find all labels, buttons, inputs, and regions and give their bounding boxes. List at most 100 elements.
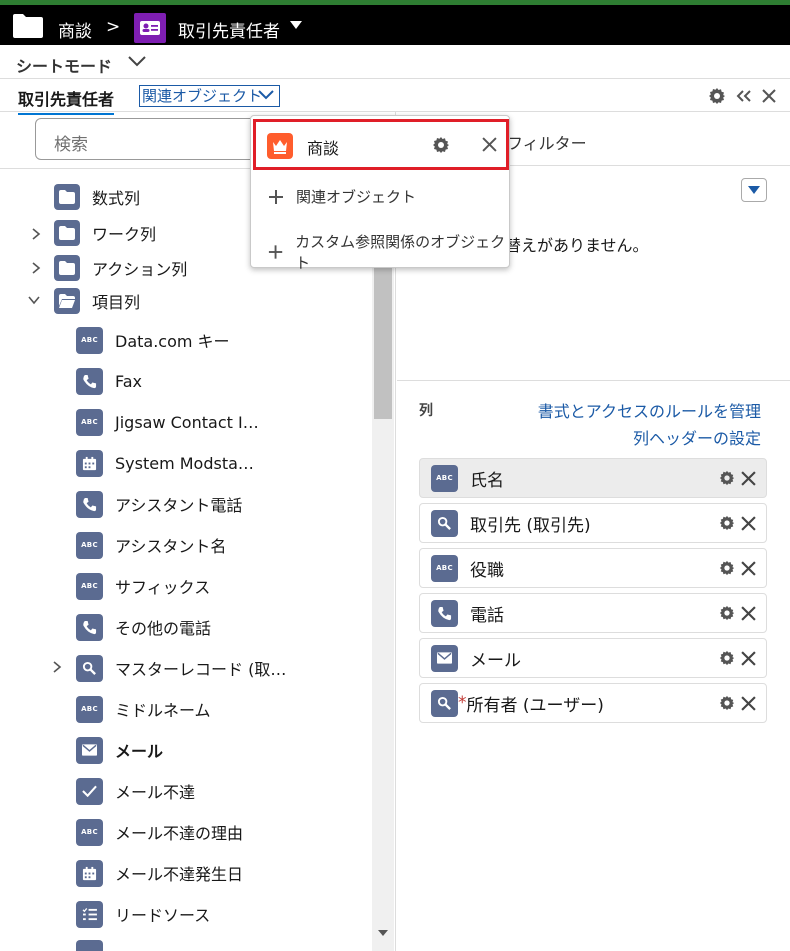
tree-item-label: アシスタント名 — [115, 537, 227, 556]
add-related-object[interactable]: 関連オブジェクト — [267, 186, 416, 207]
folder-icon — [54, 220, 80, 246]
breadcrumb-current[interactable]: 取引先責任者 — [178, 17, 280, 42]
gear-icon[interactable] — [719, 470, 735, 486]
close-icon[interactable] — [741, 560, 756, 576]
sheet-mode-label[interactable]: シートモード — [16, 53, 112, 77]
column-row-name[interactable]: ABC 氏名 — [419, 458, 767, 498]
tree-field-item[interactable]: ABC Jigsaw Contact I… — [76, 407, 259, 437]
tree-field-item[interactable]: リードソース — [76, 899, 210, 929]
column-header-settings-link[interactable]: 列ヘッダーの設定 — [633, 425, 761, 449]
tree-item-label: Fax — [115, 371, 143, 391]
tree-folder-formula[interactable]: 数式列 — [54, 182, 140, 212]
abc-icon: ABC — [76, 326, 103, 354]
related-object-item-opportunity[interactable]: 商談 — [253, 119, 509, 170]
add-custom-lookup-object[interactable]: カスタム参照関係のオブジェクト — [267, 231, 509, 273]
collapse-left-icon[interactable] — [736, 89, 752, 103]
tree-field-item[interactable]: Fax — [76, 366, 142, 396]
manage-rules-link[interactable]: 書式とアクセスのルールを管理 — [538, 398, 761, 422]
related-object-label: 商談 — [307, 139, 340, 158]
close-icon[interactable] — [741, 650, 756, 666]
tree-item-label: System Modsta… — [115, 453, 254, 473]
caret-down-icon[interactable] — [290, 21, 302, 29]
tree-field-item-partial[interactable] — [76, 940, 115, 951]
column-row-title[interactable]: ABC 役職 — [419, 548, 767, 588]
tree-field-item[interactable]: ABC メール不達の理由 — [76, 817, 243, 847]
chevron-down-icon[interactable] — [28, 294, 40, 306]
tree-field-item[interactable]: アシスタント電話 — [76, 489, 242, 519]
divider — [397, 380, 790, 381]
close-icon[interactable] — [741, 470, 756, 486]
close-icon[interactable] — [482, 137, 497, 152]
chevron-right-icon[interactable] — [30, 228, 42, 240]
caret-down-icon — [748, 186, 760, 194]
gear-icon[interactable] — [719, 695, 735, 711]
tree-item-label: メール — [115, 742, 164, 761]
column-label: 役職 — [470, 560, 504, 581]
tree-item-label: その他の電話 — [115, 619, 212, 638]
abc-icon: ABC — [76, 408, 103, 436]
gear-icon[interactable] — [719, 605, 735, 621]
abc-icon: ABC — [76, 695, 103, 723]
column-row-owner[interactable]: * 所有者 (ユーザー) — [419, 683, 767, 723]
column-row-account[interactable]: 取引先 (取引先) — [419, 503, 767, 543]
add-related-object-label: 関連オブジェクト — [296, 188, 417, 206]
tree-field-item[interactable]: マスターレコード (取… — [76, 653, 286, 683]
column-label: 取引先 (取引先) — [470, 515, 591, 536]
chevron-right-icon[interactable] — [30, 262, 42, 274]
gear-icon[interactable] — [432, 136, 450, 154]
column-row-email[interactable]: メール — [419, 638, 767, 678]
email-icon — [431, 644, 458, 672]
chevron-right-icon[interactable] — [51, 661, 63, 673]
scroll-down-icon[interactable] — [378, 930, 388, 936]
tree-field-item[interactable]: メール不達発生日 — [76, 858, 243, 888]
plus-icon — [269, 189, 283, 204]
tree-field-item[interactable]: メール — [76, 735, 163, 765]
gear-icon[interactable] — [719, 650, 735, 666]
tree-item-label: 数式列 — [92, 189, 141, 208]
collapse-button[interactable] — [741, 178, 767, 202]
tree-item-label: ミドルネーム — [115, 701, 211, 720]
crown-icon — [267, 133, 293, 159]
gear-icon[interactable] — [719, 560, 735, 576]
tree-item-label: サフィックス — [115, 578, 211, 597]
tree-item-label: ワーク列 — [92, 225, 157, 244]
tree-field-item[interactable]: ABC Data.com キー — [76, 325, 230, 355]
chevron-down-icon[interactable] — [127, 54, 147, 68]
tree-folder-work[interactable]: ワーク列 — [54, 218, 156, 248]
panel-controls — [708, 87, 776, 105]
picklist-icon — [76, 900, 103, 928]
close-icon[interactable] — [741, 605, 756, 621]
gear-icon[interactable] — [708, 87, 726, 105]
tree-field-item[interactable]: ABC ミドルネーム — [76, 694, 211, 724]
folder-open-icon — [54, 288, 80, 314]
related-objects-popup: 商談 関連オブジェクト カスタム参照関係のオブジェクト — [250, 115, 510, 272]
column-row-phone[interactable]: 電話 — [419, 593, 767, 633]
lookup-icon — [76, 654, 103, 682]
folder-icon — [54, 255, 80, 281]
folder-icon[interactable] — [12, 13, 44, 39]
close-icon[interactable] — [741, 515, 756, 531]
abc-icon: ABC — [76, 818, 103, 846]
breadcrumb-separator: > — [106, 17, 121, 37]
calendar-icon — [76, 449, 103, 477]
phone-icon — [76, 613, 103, 641]
tree-field-item[interactable]: メール不達 — [76, 776, 195, 806]
tree-field-item[interactable]: その他の電話 — [76, 612, 211, 642]
tree-folder-action[interactable]: アクション列 — [54, 253, 187, 283]
contact-object-icon — [134, 13, 166, 43]
close-icon[interactable] — [741, 695, 756, 711]
tree-item-label: メール不達の理由 — [115, 824, 244, 843]
close-icon[interactable] — [762, 89, 776, 103]
empty-state-text: 替えがありません。 — [505, 236, 649, 255]
gear-icon[interactable] — [719, 515, 735, 531]
breadcrumb-parent[interactable]: 商談 — [58, 17, 92, 42]
tree-item-label: メール不達発生日 — [115, 865, 244, 884]
related-objects-dropdown[interactable]: 関連オブジェクト — [139, 85, 280, 107]
filter-tab[interactable]: フィルター — [507, 130, 587, 154]
checkbox-icon — [76, 777, 103, 805]
tree-field-item[interactable]: System Modsta… — [76, 448, 254, 478]
tab-contact[interactable]: 取引先責任者 — [18, 86, 115, 115]
tree-folder-fields[interactable]: 項目列 — [54, 286, 140, 316]
tree-field-item[interactable]: ABC サフィックス — [76, 571, 210, 601]
tree-field-item[interactable]: ABC アシスタント名 — [76, 530, 226, 560]
